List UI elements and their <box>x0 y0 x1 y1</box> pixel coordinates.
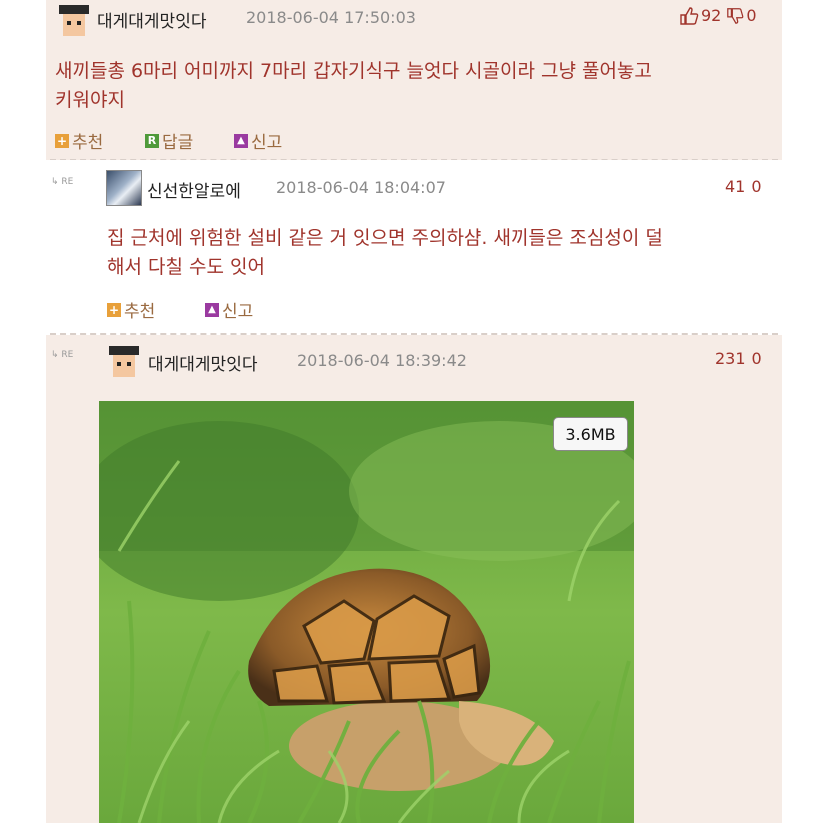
comment-date: 2018-06-04 17:50:03 <box>246 8 416 27</box>
image-size-badge: 3.6MB <box>553 417 628 451</box>
reply-indicator-label: RE <box>61 177 74 187</box>
plus-square-icon: + <box>107 302 121 317</box>
report-button[interactable]: ▲ 신고 <box>234 128 282 153</box>
report-label: 신고 <box>222 302 254 322</box>
downvote-count: 0 <box>751 177 762 196</box>
siren-icon: ▲ <box>205 302 219 317</box>
comment-date: 2018-06-04 18:04:07 <box>276 178 446 197</box>
comment-text-line: 키워야지 <box>55 89 125 111</box>
tortoise-photo <box>99 401 634 823</box>
comment-author[interactable]: 대게대게맛잇다 <box>148 350 257 375</box>
downvote-count: 0 <box>751 349 762 368</box>
reply-arrow-icon: ↳ <box>51 350 59 360</box>
comment-text-line: 해서 다칠 수도 잇어 <box>107 256 265 278</box>
vote-count: 92 0 <box>679 6 757 25</box>
attached-photo[interactable] <box>99 401 634 823</box>
avatar[interactable] <box>106 344 142 380</box>
recommend-button[interactable]: + 추천 <box>55 128 103 153</box>
reply-indicator: ↳ RE <box>51 177 73 187</box>
vote-count: 231 0 <box>715 349 762 368</box>
comment-text-line: 새끼들총 6마리 어미까지 7마리 갑자기식구 늘엇다 시골이라 그냥 풀어놓고 <box>55 60 652 82</box>
thumbs-down-icon[interactable] <box>726 7 744 25</box>
report-button[interactable]: ▲ 신고 <box>205 297 253 322</box>
reply-label: 답글 <box>162 133 194 153</box>
recommend-label: 추천 <box>124 302 156 322</box>
recommend-button[interactable]: + 추천 <box>107 297 155 322</box>
comment-author[interactable]: 신선한알로에 <box>147 177 241 202</box>
comment-text-line: 집 근처에 위험한 설비 같은 거 잇으면 주의하샴. 새끼들은 조심성이 덜 <box>107 227 663 249</box>
reply-indicator-label: RE <box>61 350 74 360</box>
siren-icon: ▲ <box>234 133 248 148</box>
recommend-label: 추천 <box>72 133 104 153</box>
downvote-count: 0 <box>746 6 757 25</box>
avatar[interactable] <box>56 3 92 39</box>
upvote-count: 231 <box>715 349 746 368</box>
comment-author[interactable]: 대게대게맛잇다 <box>97 7 206 32</box>
avatar[interactable] <box>106 170 142 206</box>
reply-square-icon: R <box>145 133 159 148</box>
comment-text: 집 근처에 위험한 설비 같은 거 잇으면 주의하샴. 새끼들은 조심성이 덜 … <box>107 224 663 282</box>
thumbs-up-icon[interactable] <box>679 6 699 25</box>
comment-date: 2018-06-04 18:39:42 <box>297 351 467 370</box>
reply-button[interactable]: R 답글 <box>145 128 193 153</box>
reply-arrow-icon: ↳ <box>51 177 59 187</box>
upvote-count: 41 <box>725 177 746 196</box>
plus-square-icon: + <box>55 133 69 148</box>
comment-text: 새끼들총 6마리 어미까지 7마리 갑자기식구 늘엇다 시골이라 그냥 풀어놓고… <box>55 57 652 115</box>
upvote-count: 92 <box>701 6 722 25</box>
reply-indicator: ↳ RE <box>51 350 73 360</box>
report-label: 신고 <box>251 133 283 153</box>
vote-count: 41 0 <box>725 177 762 196</box>
